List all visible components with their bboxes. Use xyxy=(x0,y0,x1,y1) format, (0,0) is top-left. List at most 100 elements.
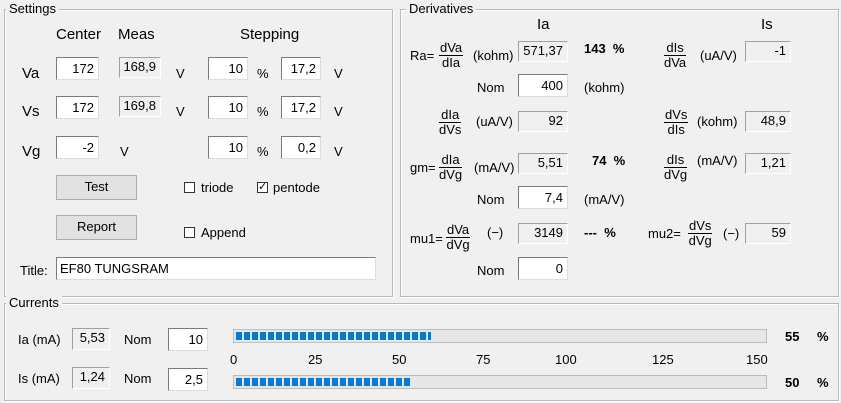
gm-label: gm= xyxy=(410,160,436,175)
test-button[interactable]: Test xyxy=(56,175,137,200)
dia-dvs-value: 92 xyxy=(518,111,568,132)
scale-tick-label: 25 xyxy=(308,352,323,367)
ra-percent: 143 % xyxy=(584,41,625,56)
gm-value: 5,51 xyxy=(518,153,568,174)
gm-fraction: dIa dVg xyxy=(439,152,463,182)
mu1-percent: --- % xyxy=(584,225,616,240)
mu1-value: 3149 xyxy=(518,223,568,244)
ra-label: Ra= xyxy=(410,48,435,63)
gm-nom-field[interactable]: 7,4 xyxy=(518,186,568,209)
scale-tick-label: 0 xyxy=(230,352,238,367)
dis-dva-unit: (uA/V) xyxy=(700,48,737,63)
scale-tick-label: 50 xyxy=(392,352,407,367)
dia-dvs-unit: (uA/V) xyxy=(476,114,513,129)
title-label: Title: xyxy=(20,263,48,278)
vg-step-volt-unit: V xyxy=(334,144,343,159)
report-button[interactable]: Report xyxy=(56,215,137,240)
ra-nom-label: Nom xyxy=(477,80,505,95)
vg-center-field[interactable]: -2 xyxy=(56,136,99,159)
dvs-dis-value: 48,9 xyxy=(745,111,791,132)
mu2-fraction: dVs dVg xyxy=(688,218,713,248)
is-progress-fill xyxy=(236,378,411,386)
va-unit: V xyxy=(176,66,185,81)
dvs-dis-fraction: dVs dIs xyxy=(664,107,689,137)
pentode-checkbox[interactable]: ✓ xyxy=(257,182,268,193)
derivatives-group-title: Derivatives xyxy=(406,2,477,16)
mu1-label: mu1= xyxy=(410,231,443,246)
column-header-ia: Ia xyxy=(537,16,550,33)
ra-fraction: dVa dIa xyxy=(439,40,464,70)
ia-label: Ia (mA) xyxy=(18,332,61,347)
ra-value: 571,37 xyxy=(518,41,568,62)
is-value: 1,24 xyxy=(72,367,110,389)
dis-dvg-unit: (mA/V) xyxy=(697,153,738,168)
append-label: Append xyxy=(201,225,246,240)
triode-label: triode xyxy=(201,180,234,195)
vg-step-volt-field[interactable]: 0,2 xyxy=(281,136,321,159)
vs-step-percent-field[interactable]: 10 xyxy=(208,96,248,119)
dis-dvg-fraction: dIs dVg xyxy=(664,152,688,182)
is-percent-value: 50 xyxy=(785,375,800,390)
vs-step-volt-field[interactable]: 17,2 xyxy=(281,96,321,119)
is-progress-bar xyxy=(233,375,767,389)
vs-meas-value: 169,8 xyxy=(119,96,161,117)
dis-dva-value: -1 xyxy=(745,41,791,62)
vg-unit: V xyxy=(120,144,129,159)
scale-tick-label: 75 xyxy=(476,352,491,367)
va-step-percent-unit: % xyxy=(257,66,269,81)
ra-nom-field[interactable]: 400 xyxy=(518,74,568,97)
va-meas-value: 168,9 xyxy=(119,57,161,78)
ia-percent-value: 55 xyxy=(785,329,800,344)
ia-nom-field[interactable]: 10 xyxy=(168,328,208,351)
mu2-label: mu2= xyxy=(648,226,681,241)
vs-label: Vs xyxy=(22,103,40,120)
vg-step-percent-field[interactable]: 10 xyxy=(208,136,248,159)
gm-nom-unit: (mA/V) xyxy=(584,192,625,207)
currents-group-title: Currents xyxy=(6,296,62,310)
mu1-nom-field[interactable]: 0 xyxy=(518,257,568,280)
dis-dva-fraction: dIs dVa xyxy=(664,40,687,70)
gm-nom-label: Nom xyxy=(477,192,505,207)
vg-step-percent-unit: % xyxy=(257,144,269,159)
scale-tick-label: 150 xyxy=(746,352,768,367)
va-center-field[interactable]: 172 xyxy=(56,57,99,80)
va-step-volt-field[interactable]: 17,2 xyxy=(281,57,321,80)
column-header-meas: Meas xyxy=(118,26,155,43)
mu1-unit: (−) xyxy=(487,225,504,240)
dia-dvs-fraction: dIa dVs xyxy=(439,107,462,137)
dvs-dis-unit: (kohm) xyxy=(697,114,738,129)
scale-tick-label: 100 xyxy=(555,352,577,367)
triode-checkbox[interactable] xyxy=(184,182,195,193)
ia-nom-label: Nom xyxy=(124,332,152,347)
column-header-center: Center xyxy=(56,26,102,43)
vs-step-percent-unit: % xyxy=(257,104,269,119)
vs-unit: V xyxy=(176,104,185,119)
title-input[interactable]: EF80 TUNGSRAM xyxy=(56,257,376,280)
dis-dvg-value: 1,21 xyxy=(745,153,791,174)
is-label: Is (mA) xyxy=(18,371,60,386)
gm-percent: 74 % xyxy=(592,153,626,168)
va-step-volt-unit: V xyxy=(334,66,343,81)
append-checkbox[interactable] xyxy=(184,227,195,238)
gm-unit: (mA/V) xyxy=(474,160,515,175)
va-label: Va xyxy=(22,65,40,82)
vg-label: Vg xyxy=(22,143,41,160)
ra-nom-unit: (kohm) xyxy=(584,80,625,95)
mu2-unit: (−) xyxy=(723,226,740,241)
pentode-label: pentode xyxy=(273,180,320,195)
is-nom-field[interactable]: 2,5 xyxy=(168,368,208,391)
is-percent-unit: % xyxy=(817,375,829,390)
mu1-nom-label: Nom xyxy=(477,263,505,278)
ia-value: 5,53 xyxy=(72,328,110,350)
column-header-stepping: Stepping xyxy=(240,26,300,43)
column-header-is: Is xyxy=(761,16,773,33)
vs-step-volt-unit: V xyxy=(334,104,343,119)
is-nom-label: Nom xyxy=(124,371,152,386)
settings-group-title: Settings xyxy=(6,2,59,16)
ia-progress-bar xyxy=(233,329,767,343)
mu2-value: 59 xyxy=(745,223,791,244)
ia-progress-fill xyxy=(236,332,432,340)
ia-percent-unit: % xyxy=(817,329,829,344)
va-step-percent-field[interactable]: 10 xyxy=(208,57,248,80)
vs-center-field[interactable]: 172 xyxy=(56,96,99,119)
